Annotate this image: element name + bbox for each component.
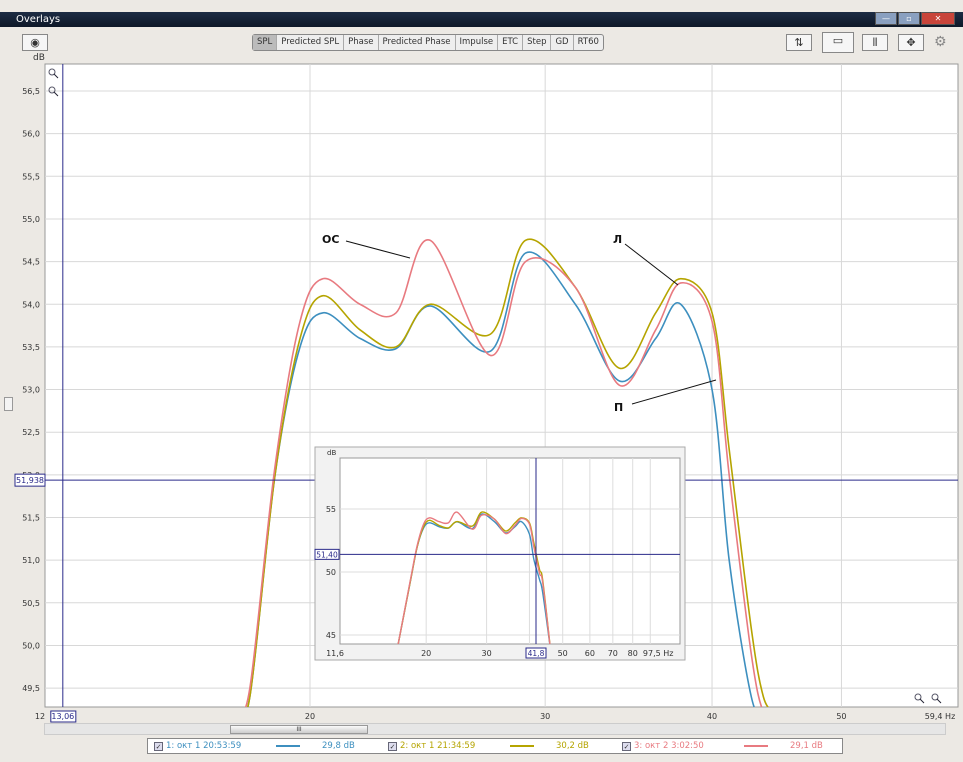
y-tick-label: 55,5 <box>22 172 40 181</box>
inset-x-tick: 50 <box>558 649 568 658</box>
x-tick-label: 12 <box>35 712 45 721</box>
series-swatch <box>510 745 534 747</box>
cursor-x-readout: 13,06 <box>51 712 74 721</box>
y-tick-label: 50,0 <box>22 641 40 650</box>
inset-y-tick: 50 <box>326 568 336 577</box>
spl-chart: 56,556,055,555,054,554,053,553,052,552,0… <box>14 63 959 723</box>
scrollbar-thumb[interactable]: III <box>230 725 368 734</box>
overview-inset[interactable]: 55 50 45 dB 11,6 20 30 50 60 70 80 97,5 Hz 51,40 41,8 <box>314 446 686 661</box>
inset-cursor-y: 51,40 <box>316 550 338 559</box>
x-tick-label: 30 <box>540 712 550 721</box>
annotation-os: ОС <box>322 233 340 246</box>
inset-y-tick: 45 <box>326 631 336 640</box>
y-tick-label: 56,0 <box>22 130 40 139</box>
y-tick-label: 52,5 <box>22 428 40 437</box>
inset-x-tick: 97,5 Hz <box>643 649 674 658</box>
annotation-l: Л <box>613 233 623 246</box>
inset-x-tick: 20 <box>421 649 431 658</box>
series-swatch <box>276 745 300 747</box>
x-tick-label: 40 <box>707 712 717 721</box>
series-value: 29,1 dB <box>790 741 823 751</box>
annotation-p: П <box>614 401 624 414</box>
y-tick-label: 51,5 <box>22 514 40 523</box>
y-tick-label: 53,0 <box>22 386 40 395</box>
x-tick-label: 59,4 Hz <box>925 712 956 721</box>
inset-x-tick: 80 <box>628 649 638 658</box>
y-tick-label: 55,0 <box>22 215 40 224</box>
cursor-y-readout: 51,938 <box>16 476 44 485</box>
series-label: 3: окт 2 3:02:50 <box>634 741 704 751</box>
inset-y-unit: dB <box>327 449 336 457</box>
legend: ✓ 1: окт 1 20:53:59 29,8 dB ✓ 2: окт 1 21:34… <box>147 738 843 754</box>
series-checkbox[interactable]: ✓ <box>388 741 397 751</box>
y-tick-label: 56,5 <box>22 87 40 96</box>
horizontal-scrollbar[interactable]: III <box>44 723 946 735</box>
inset-cursor-x: 41,8 <box>528 649 545 658</box>
inset-x-tick: 30 <box>481 649 491 658</box>
x-tick-label: 50 <box>836 712 846 721</box>
series-value: 30,2 dB <box>556 741 589 751</box>
y-tick-label: 53,5 <box>22 343 40 352</box>
y-tick-label: 54,0 <box>22 300 40 309</box>
y-tick-label: 54,5 <box>22 258 40 267</box>
inset-x-tick: 11,6 <box>326 649 344 658</box>
x-tick-label: 20 <box>305 712 315 721</box>
series-value: 29,8 dB <box>322 741 355 751</box>
series-swatch <box>744 745 768 747</box>
y-tick-label: 50,5 <box>22 599 40 608</box>
y-tick-label: 49,5 <box>22 684 40 693</box>
y-tick-label: 51,0 <box>22 556 40 565</box>
series-label: 2: окт 1 21:34:59 <box>400 741 476 751</box>
inset-x-tick: 60 <box>585 649 595 658</box>
inset-y-tick: 55 <box>326 505 336 514</box>
inset-x-tick: 70 <box>608 649 618 658</box>
series-checkbox[interactable]: ✓ <box>622 741 631 751</box>
series-label: 1: окт 1 20:53:59 <box>166 741 242 751</box>
series-checkbox[interactable]: ✓ <box>154 741 163 751</box>
